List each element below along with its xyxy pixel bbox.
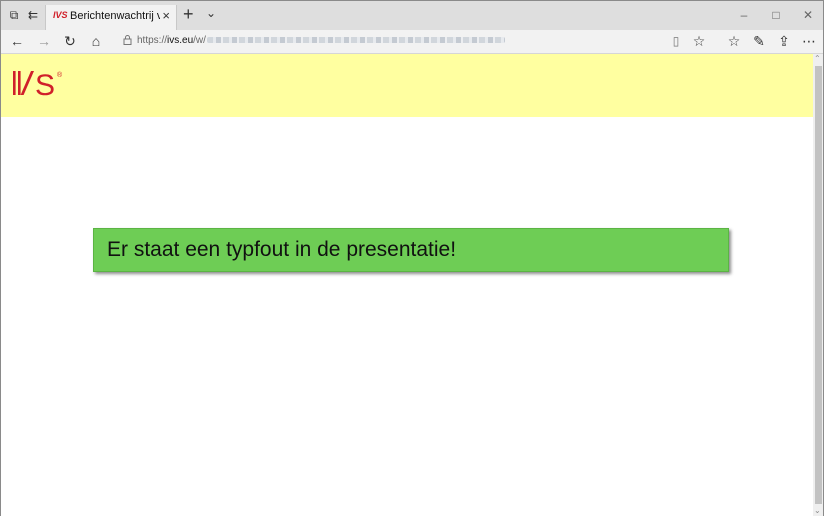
notes-pen-icon[interactable]: ✎ [751,33,767,49]
refresh-icon[interactable]: ↻ [62,33,78,49]
logo-text: S [35,69,54,102]
url-path: /w/ [193,35,206,46]
home-icon[interactable]: ⌂ [88,33,104,49]
scroll-up-chevron-icon[interactable]: ⌃ [814,54,821,63]
url-redacted-segment [206,37,505,44]
url-host: ivs.eu [167,35,194,46]
forward-icon[interactable]: → [36,33,52,49]
logo-registered-mark: ® [57,71,63,79]
message-text: Er staat een typfout in de presentatie! [107,238,457,261]
set-tabs-aside-icon[interactable]: ⇇ [26,8,40,22]
close-window-button[interactable]: ✕ [798,8,818,22]
tab-favicon: IVS [53,10,68,20]
back-icon[interactable]: ← [9,33,25,49]
notification-message: Er staat een typfout in de presentatie! [93,228,729,272]
maximize-button[interactable]: □ [766,8,786,22]
reading-view-icon[interactable]: ▯ [668,33,684,49]
tab-bar: ⧉ ⇇ IVS Berichtenwachtrij voor I × + ⌄ –… [1,1,823,30]
favorites-hub-icon[interactable]: ☆ [726,33,742,49]
minimize-button[interactable]: – [734,8,754,22]
navigation-bar: ← → ↻ ⌂ https://ivs.eu/w/ ▯ ☆ ☆ ✎ ⇪ ⋯ [1,30,823,54]
tab-active[interactable]: IVS Berichtenwachtrij voor I × [45,5,177,30]
scrollbar-thumb[interactable] [815,66,822,504]
more-options-icon[interactable]: ⋯ [801,33,817,49]
tab-list-chevron-icon[interactable]: ⌄ [206,6,216,20]
header-banner: S ® [1,54,813,117]
browser-window: ⧉ ⇇ IVS Berichtenwachtrij voor I × + ⌄ –… [0,0,824,516]
favorite-star-icon[interactable]: ☆ [691,33,707,49]
ivs-logo: S ® [13,69,63,102]
tab-preview-icon[interactable]: ⧉ [7,8,21,22]
share-icon[interactable]: ⇪ [776,33,792,49]
address-bar[interactable]: https://ivs.eu/w/ [137,35,505,46]
lock-icon [123,35,132,48]
vertical-scrollbar[interactable]: ⌃ ⌄ [813,54,823,516]
scroll-down-chevron-icon[interactable]: ⌄ [814,506,821,515]
tab-title: Berichtenwachtrij voor I [70,10,160,22]
url-scheme: https:// [137,35,168,46]
page-viewport: S ® Er staat een typfout in de presentat… [1,54,813,516]
new-tab-icon[interactable]: + [183,4,194,25]
tab-close-icon[interactable]: × [162,8,170,23]
